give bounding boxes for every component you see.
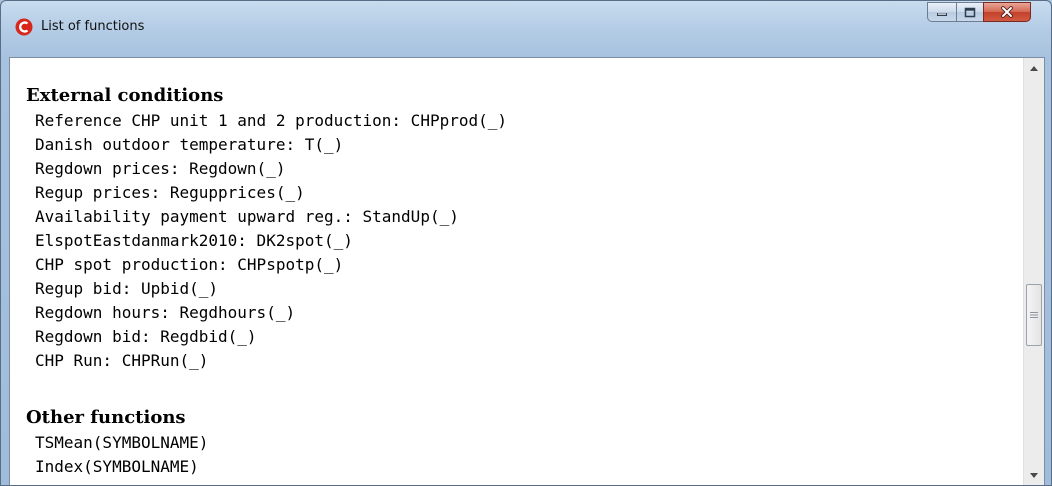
function-item[interactable]: ElspotEastdanmark2010: DK2spot(_) xyxy=(35,231,353,251)
function-item[interactable]: Regdown hours: Regdhours(_) xyxy=(35,303,295,323)
vertical-scrollbar[interactable] xyxy=(1023,58,1044,485)
scroll-down-button[interactable] xyxy=(1024,467,1044,484)
minimize-icon xyxy=(937,13,947,16)
title-bar[interactable]: List of functions xyxy=(1,1,1051,57)
function-item[interactable]: Regdown bid: Regdbid(_) xyxy=(35,327,257,347)
function-item[interactable]: Regup prices: Regupprices(_) xyxy=(35,183,305,203)
maximize-button[interactable] xyxy=(956,2,984,22)
function-item[interactable]: Regup bid: Upbid(_) xyxy=(35,279,218,299)
scroll-up-button[interactable] xyxy=(1024,60,1044,77)
window-title: List of functions xyxy=(41,19,145,34)
function-item[interactable]: Danish outdoor temperature: T(_) xyxy=(35,135,343,155)
close-icon xyxy=(1001,6,1013,18)
list-of-functions-window: List of functions External conditions Re… xyxy=(0,0,1052,486)
function-list: External conditions Reference CHP unit 1… xyxy=(10,58,1024,485)
scroll-up-arrow-icon xyxy=(1030,66,1038,71)
section-heading-external-conditions: External conditions xyxy=(26,85,224,106)
function-item[interactable]: Availability payment upward reg.: StandU… xyxy=(35,207,459,227)
minimize-button[interactable] xyxy=(927,2,957,22)
section-heading-other-functions: Other functions xyxy=(26,407,186,428)
grip-icon xyxy=(1030,312,1038,318)
maximize-icon xyxy=(964,7,976,17)
function-item[interactable]: CHP Run: CHPRun(_) xyxy=(35,351,208,371)
function-item[interactable]: Index(SYMBOLNAME) xyxy=(35,457,199,477)
scrollbar-thumb[interactable] xyxy=(1026,284,1042,346)
close-button[interactable] xyxy=(983,2,1031,22)
function-item[interactable]: Regdown prices: Regdown(_) xyxy=(35,159,285,179)
function-item[interactable]: CHP spot production: CHPspotp(_) xyxy=(35,255,343,275)
function-item[interactable]: TSMean(SYMBOLNAME) xyxy=(35,433,208,453)
app-logo-icon xyxy=(15,18,33,36)
scroll-down-arrow-icon xyxy=(1030,473,1038,478)
function-item[interactable]: Reference CHP unit 1 and 2 production: C… xyxy=(35,111,507,131)
function-list-panel: External conditions Reference CHP unit 1… xyxy=(9,57,1045,485)
